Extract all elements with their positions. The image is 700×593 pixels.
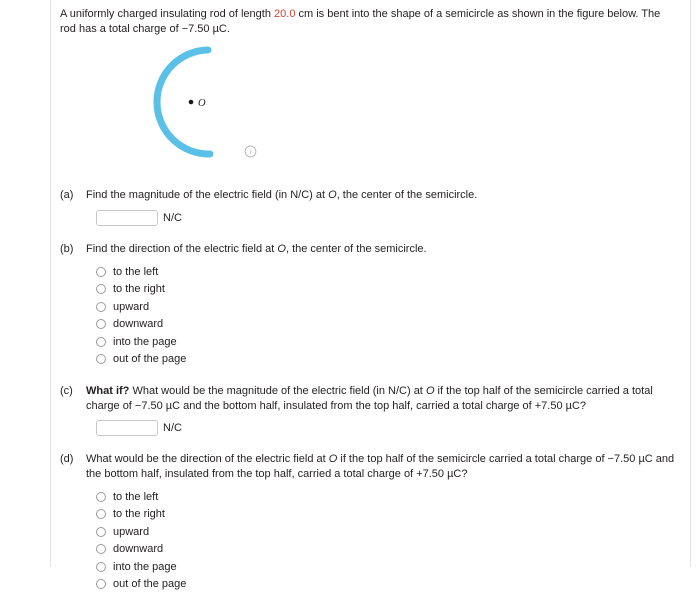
part-c-prompt-lead: What would be the magnitude of the elect… xyxy=(129,385,426,397)
option-label: to the left xyxy=(113,265,158,279)
option-label: to the left xyxy=(113,490,158,504)
problem-highlighted-length: 20.0 xyxy=(274,8,295,20)
radio-icon[interactable] xyxy=(96,492,106,502)
part-a-prompt-lead: Find the magnitude of the electric field… xyxy=(86,189,328,201)
part-b-option-to-the-right[interactable]: to the right xyxy=(96,281,680,299)
radio-icon[interactable] xyxy=(96,302,106,312)
part-a-prompt-symbol: O xyxy=(328,189,337,201)
part-d-option-out-of-the-page[interactable]: out of the page xyxy=(96,576,680,593)
radio-icon[interactable] xyxy=(96,319,106,329)
part-b-choices: to the left to the right upward downward… xyxy=(96,263,680,368)
option-label: upward xyxy=(113,525,149,539)
part-d-option-upward[interactable]: upward xyxy=(96,523,680,541)
part-b-prompt: Find the direction of the electric field… xyxy=(86,242,680,257)
part-c-answer-input[interactable] xyxy=(96,420,158,436)
part-b-option-upward[interactable]: upward xyxy=(96,298,680,316)
radio-icon[interactable] xyxy=(96,337,106,347)
semicircle-diagram: O xyxy=(60,44,320,166)
part-b-option-downward[interactable]: downward xyxy=(96,316,680,334)
part-b-prompt-lead: Find the direction of the electric field… xyxy=(86,243,277,255)
part-c-answer-row: N/C xyxy=(96,420,680,436)
option-label: into the page xyxy=(113,335,177,349)
part-b-option-into-the-page[interactable]: into the page xyxy=(96,333,680,351)
radio-icon[interactable] xyxy=(96,509,106,519)
part-d-label: (d) xyxy=(60,452,86,467)
part-a-body: Find the magnitude of the electric field… xyxy=(86,188,680,226)
part-d: (d) What would be the direction of the e… xyxy=(60,452,680,593)
part-a-unit-label: N/C xyxy=(163,211,182,225)
problem-page: A uniformly charged insulating rod of le… xyxy=(51,0,690,567)
part-a: (a) Find the magnitude of the electric f… xyxy=(60,188,680,226)
part-a-prompt-tail: , the center of the semicircle. xyxy=(337,189,478,201)
part-b-option-to-the-left[interactable]: to the left xyxy=(96,263,680,281)
part-c-prompt-symbol: O xyxy=(426,385,435,397)
part-d-prompt: What would be the direction of the elect… xyxy=(86,452,680,481)
radio-icon[interactable] xyxy=(96,267,106,277)
part-b-prompt-tail: , the center of the semicircle. xyxy=(286,243,427,255)
part-c: (c) What if? What would be the magnitude… xyxy=(60,384,680,436)
part-c-unit-label: N/C xyxy=(163,421,182,435)
part-b-option-out-of-the-page[interactable]: out of the page xyxy=(96,351,680,369)
part-d-option-downward[interactable]: downward xyxy=(96,541,680,559)
part-d-option-to-the-right[interactable]: to the right xyxy=(96,506,680,524)
part-c-prompt: What if? What would be the magnitude of … xyxy=(86,384,680,413)
radio-icon[interactable] xyxy=(96,354,106,364)
part-c-what-if-lead: What if? xyxy=(86,385,129,397)
semicircle-figure: O i xyxy=(60,44,680,172)
option-label: downward xyxy=(113,542,163,556)
part-d-choices: to the left to the right upward downward… xyxy=(96,488,680,593)
part-a-label: (a) xyxy=(60,188,86,203)
option-label: to the right xyxy=(113,507,165,521)
part-c-label: (c) xyxy=(60,384,86,399)
problem-statement-lead: A uniformly charged insulating rod of le… xyxy=(60,8,274,20)
radio-icon[interactable] xyxy=(96,579,106,589)
option-label: upward xyxy=(113,300,149,314)
radio-icon[interactable] xyxy=(96,527,106,537)
right-margin-rule xyxy=(690,0,691,567)
part-c-body: What if? What would be the magnitude of … xyxy=(86,384,680,436)
info-circle-icon[interactable]: i xyxy=(244,145,257,158)
radio-icon[interactable] xyxy=(96,544,106,554)
part-b-prompt-symbol: O xyxy=(277,243,286,255)
option-label: out of the page xyxy=(113,352,186,366)
option-label: out of the page xyxy=(113,577,186,591)
part-b-label: (b) xyxy=(60,242,86,257)
part-b-body: Find the direction of the electric field… xyxy=(86,242,680,369)
problem-statement: A uniformly charged insulating rod of le… xyxy=(60,7,674,36)
option-label: to the right xyxy=(113,282,165,296)
option-label: downward xyxy=(113,317,163,331)
part-a-answer-row: N/C xyxy=(96,210,680,226)
part-b: (b) Find the direction of the electric f… xyxy=(60,242,680,369)
part-d-option-to-the-left[interactable]: to the left xyxy=(96,488,680,506)
svg-text:i: i xyxy=(249,147,251,156)
part-d-body: What would be the direction of the elect… xyxy=(86,452,680,593)
part-a-answer-input[interactable] xyxy=(96,210,158,226)
center-point-label: O xyxy=(198,98,206,109)
part-a-prompt: Find the magnitude of the electric field… xyxy=(86,188,680,203)
part-d-prompt-lead: What would be the direction of the elect… xyxy=(86,453,329,465)
center-point-marker xyxy=(189,100,194,105)
radio-icon[interactable] xyxy=(96,284,106,294)
